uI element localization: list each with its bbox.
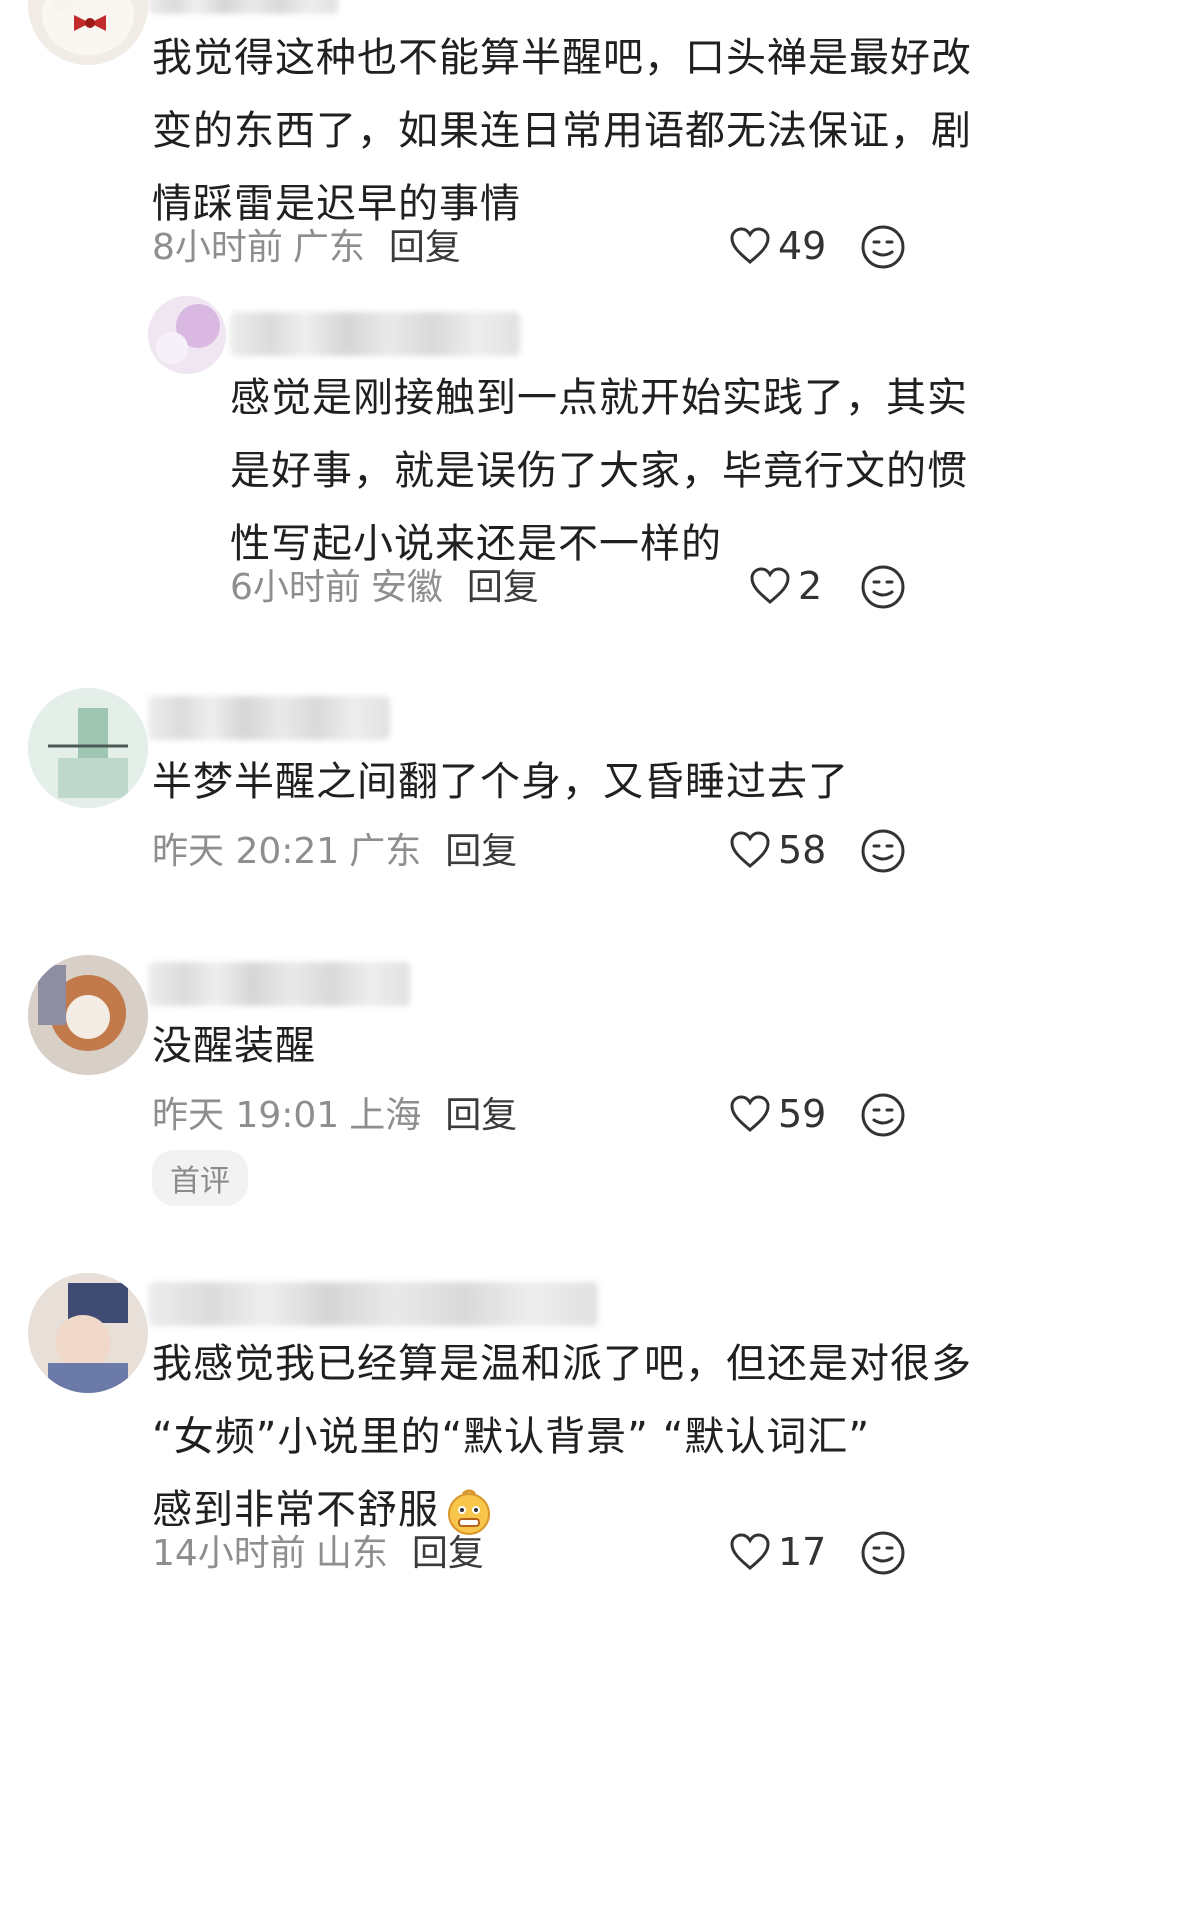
- comment-text: 感觉是刚接触到一点就开始实践了，其实 是好事，就是误伤了大家，毕竟行文的惯 性写…: [230, 375, 968, 567]
- comment-meta: 昨天 19:01 上海 回复: [152, 1094, 517, 1138]
- comment-location: 广东: [349, 831, 422, 872]
- comment-text: 我感觉我已经算是温和派了吧，但还是对很多 “女频”小说里的“默认背景” “默认词…: [152, 1328, 972, 1547]
- heart-outline-icon: [750, 567, 790, 604]
- comment-time: 昨天 20:21: [152, 831, 340, 872]
- reply-button[interactable]: 回复: [412, 1533, 484, 1574]
- username-blurred[interactable]: [230, 312, 520, 356]
- comment-text: 半梦半醒之间翻了个身，又昏睡过去了: [152, 759, 849, 805]
- username-blurred[interactable]: [148, 0, 338, 14]
- comment-location: 广东: [292, 227, 365, 268]
- username-blurred[interactable]: [148, 962, 410, 1006]
- comment-meta: 6小时前 安徽 回复: [230, 566, 539, 610]
- heart-outline-icon: [730, 1533, 770, 1570]
- heart-outline-icon: [730, 227, 770, 264]
- heart-outline-icon: [730, 1095, 770, 1132]
- username-blurred[interactable]: [148, 696, 390, 740]
- avatar[interactable]: [28, 955, 148, 1075]
- username-blurred[interactable]: [148, 1282, 598, 1326]
- avatar[interactable]: [148, 296, 226, 374]
- smiley-face-icon[interactable]: [860, 828, 906, 874]
- comment-text: 我觉得这种也不能算半醒吧，口头禅是最好改 变的东西了，如果连日常用语都无法保证，…: [152, 35, 972, 227]
- like-button[interactable]: 59: [730, 1092, 826, 1136]
- comment-location: 上海: [349, 1095, 422, 1136]
- avatar[interactable]: [28, 0, 148, 65]
- like-button[interactable]: 49: [730, 224, 826, 268]
- like-count: 49: [778, 224, 827, 268]
- comment-time: 14小时前: [152, 1533, 306, 1574]
- first-comment-badge: 首评: [152, 1150, 248, 1206]
- smiley-face-icon[interactable]: [860, 564, 906, 610]
- avatar[interactable]: [28, 688, 148, 808]
- comment-text: 没醒装醒: [152, 1023, 316, 1069]
- smiley-face-icon[interactable]: [860, 224, 906, 270]
- comment-location: 山东: [315, 1533, 388, 1574]
- heart-outline-icon: [730, 831, 770, 868]
- comment-time: 8小时前: [152, 227, 283, 268]
- smiley-face-icon[interactable]: [860, 1092, 906, 1138]
- comment-meta: 14小时前 山东 回复: [152, 1532, 484, 1576]
- reply-button[interactable]: 回复: [445, 831, 517, 872]
- comment-time: 昨天 19:01: [152, 1095, 340, 1136]
- reply-button[interactable]: 回复: [467, 567, 539, 608]
- like-count: 59: [778, 1092, 827, 1136]
- smiley-face-icon[interactable]: [860, 1530, 906, 1576]
- comment-meta: 昨天 20:21 广东 回复: [152, 830, 517, 874]
- comment-time: 6小时前: [230, 567, 361, 608]
- like-button[interactable]: 58: [730, 828, 826, 872]
- reply-button[interactable]: 回复: [389, 227, 461, 268]
- comment-meta: 8小时前 广东 回复: [152, 226, 461, 270]
- like-count: 58: [778, 828, 827, 872]
- like-count: 17: [778, 1530, 827, 1574]
- grimace-emoji-icon: [448, 1489, 490, 1535]
- like-button[interactable]: 17: [730, 1530, 826, 1574]
- avatar[interactable]: [28, 1273, 148, 1393]
- like-button[interactable]: 2: [750, 564, 822, 608]
- comment-location: 安徽: [370, 567, 443, 608]
- reply-button[interactable]: 回复: [445, 1095, 517, 1136]
- like-count: 2: [798, 564, 823, 608]
